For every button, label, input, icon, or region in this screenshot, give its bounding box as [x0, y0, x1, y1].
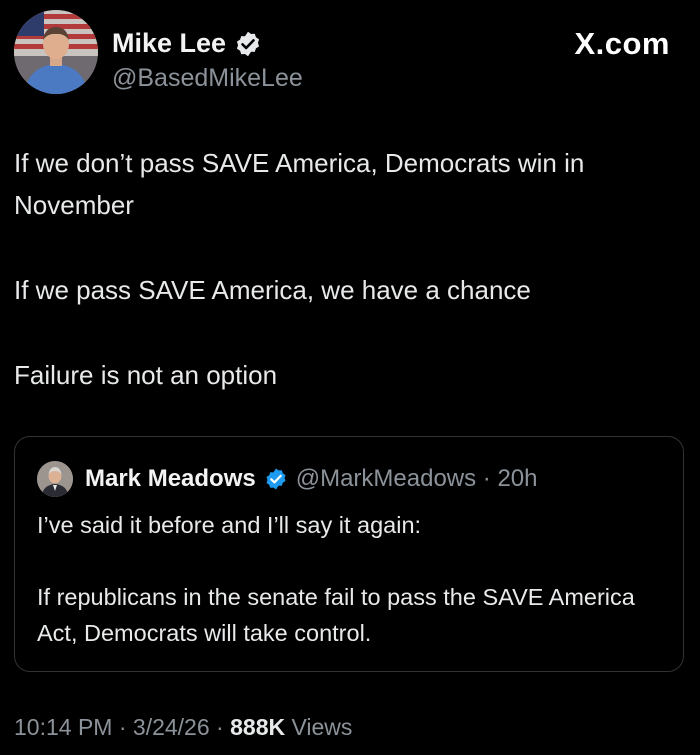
meta-separator: · [216, 714, 224, 740]
tweet-paragraph: Failure is not an option [14, 360, 278, 390]
views-count[interactable]: 888K [230, 714, 285, 740]
tweet-paragraph: If we pass SAVE America, we have a chanc… [14, 275, 531, 305]
avatar-photo-icon [37, 461, 73, 497]
quoted-author-avatar[interactable] [37, 461, 73, 497]
tweet-text: If we don’t pass SAVE America, Democrats… [14, 142, 686, 396]
verified-badge-icon [266, 468, 286, 490]
tweet-paragraph: If we don’t pass SAVE America, Democrats… [14, 148, 592, 220]
verified-badge-icon [236, 31, 260, 56]
author-name-row: Mike Lee [112, 28, 262, 59]
quoted-tweet-paragraph: If republicans in the senate fail to pas… [37, 584, 635, 646]
quoted-tweet-text: I’ve said it before and I’ll say it agai… [37, 507, 657, 651]
quoted-tweet-header: Mark Meadows @MarkMeadows · 20h [37, 461, 538, 497]
quoted-author-handle-time[interactable]: @MarkMeadows · 20h [296, 465, 538, 493]
tweet-date[interactable]: 3/24/26 [133, 714, 210, 740]
tweet-time[interactable]: 10:14 PM [14, 714, 112, 740]
author-avatar[interactable] [14, 10, 98, 94]
views-label: Views [291, 714, 353, 740]
author-handle[interactable]: @BasedMikeLee [112, 64, 303, 93]
author-name[interactable]: Mike Lee [112, 28, 226, 59]
site-brand-logo: X.com [574, 26, 670, 61]
tweet-meta: 10:14 PM · 3/24/26 · 888K Views [14, 714, 352, 741]
tweet-header: Mike Lee @BasedMikeLee X.com [14, 10, 686, 100]
quoted-tweet-paragraph: I’ve said it before and I’ll say it agai… [37, 512, 422, 538]
quoted-tweet-card[interactable]: Mark Meadows @MarkMeadows · 20h I’ve sai… [14, 436, 684, 672]
avatar-photo-icon [14, 10, 98, 94]
meta-separator: · [118, 714, 127, 740]
quoted-author-name[interactable]: Mark Meadows [85, 465, 256, 493]
